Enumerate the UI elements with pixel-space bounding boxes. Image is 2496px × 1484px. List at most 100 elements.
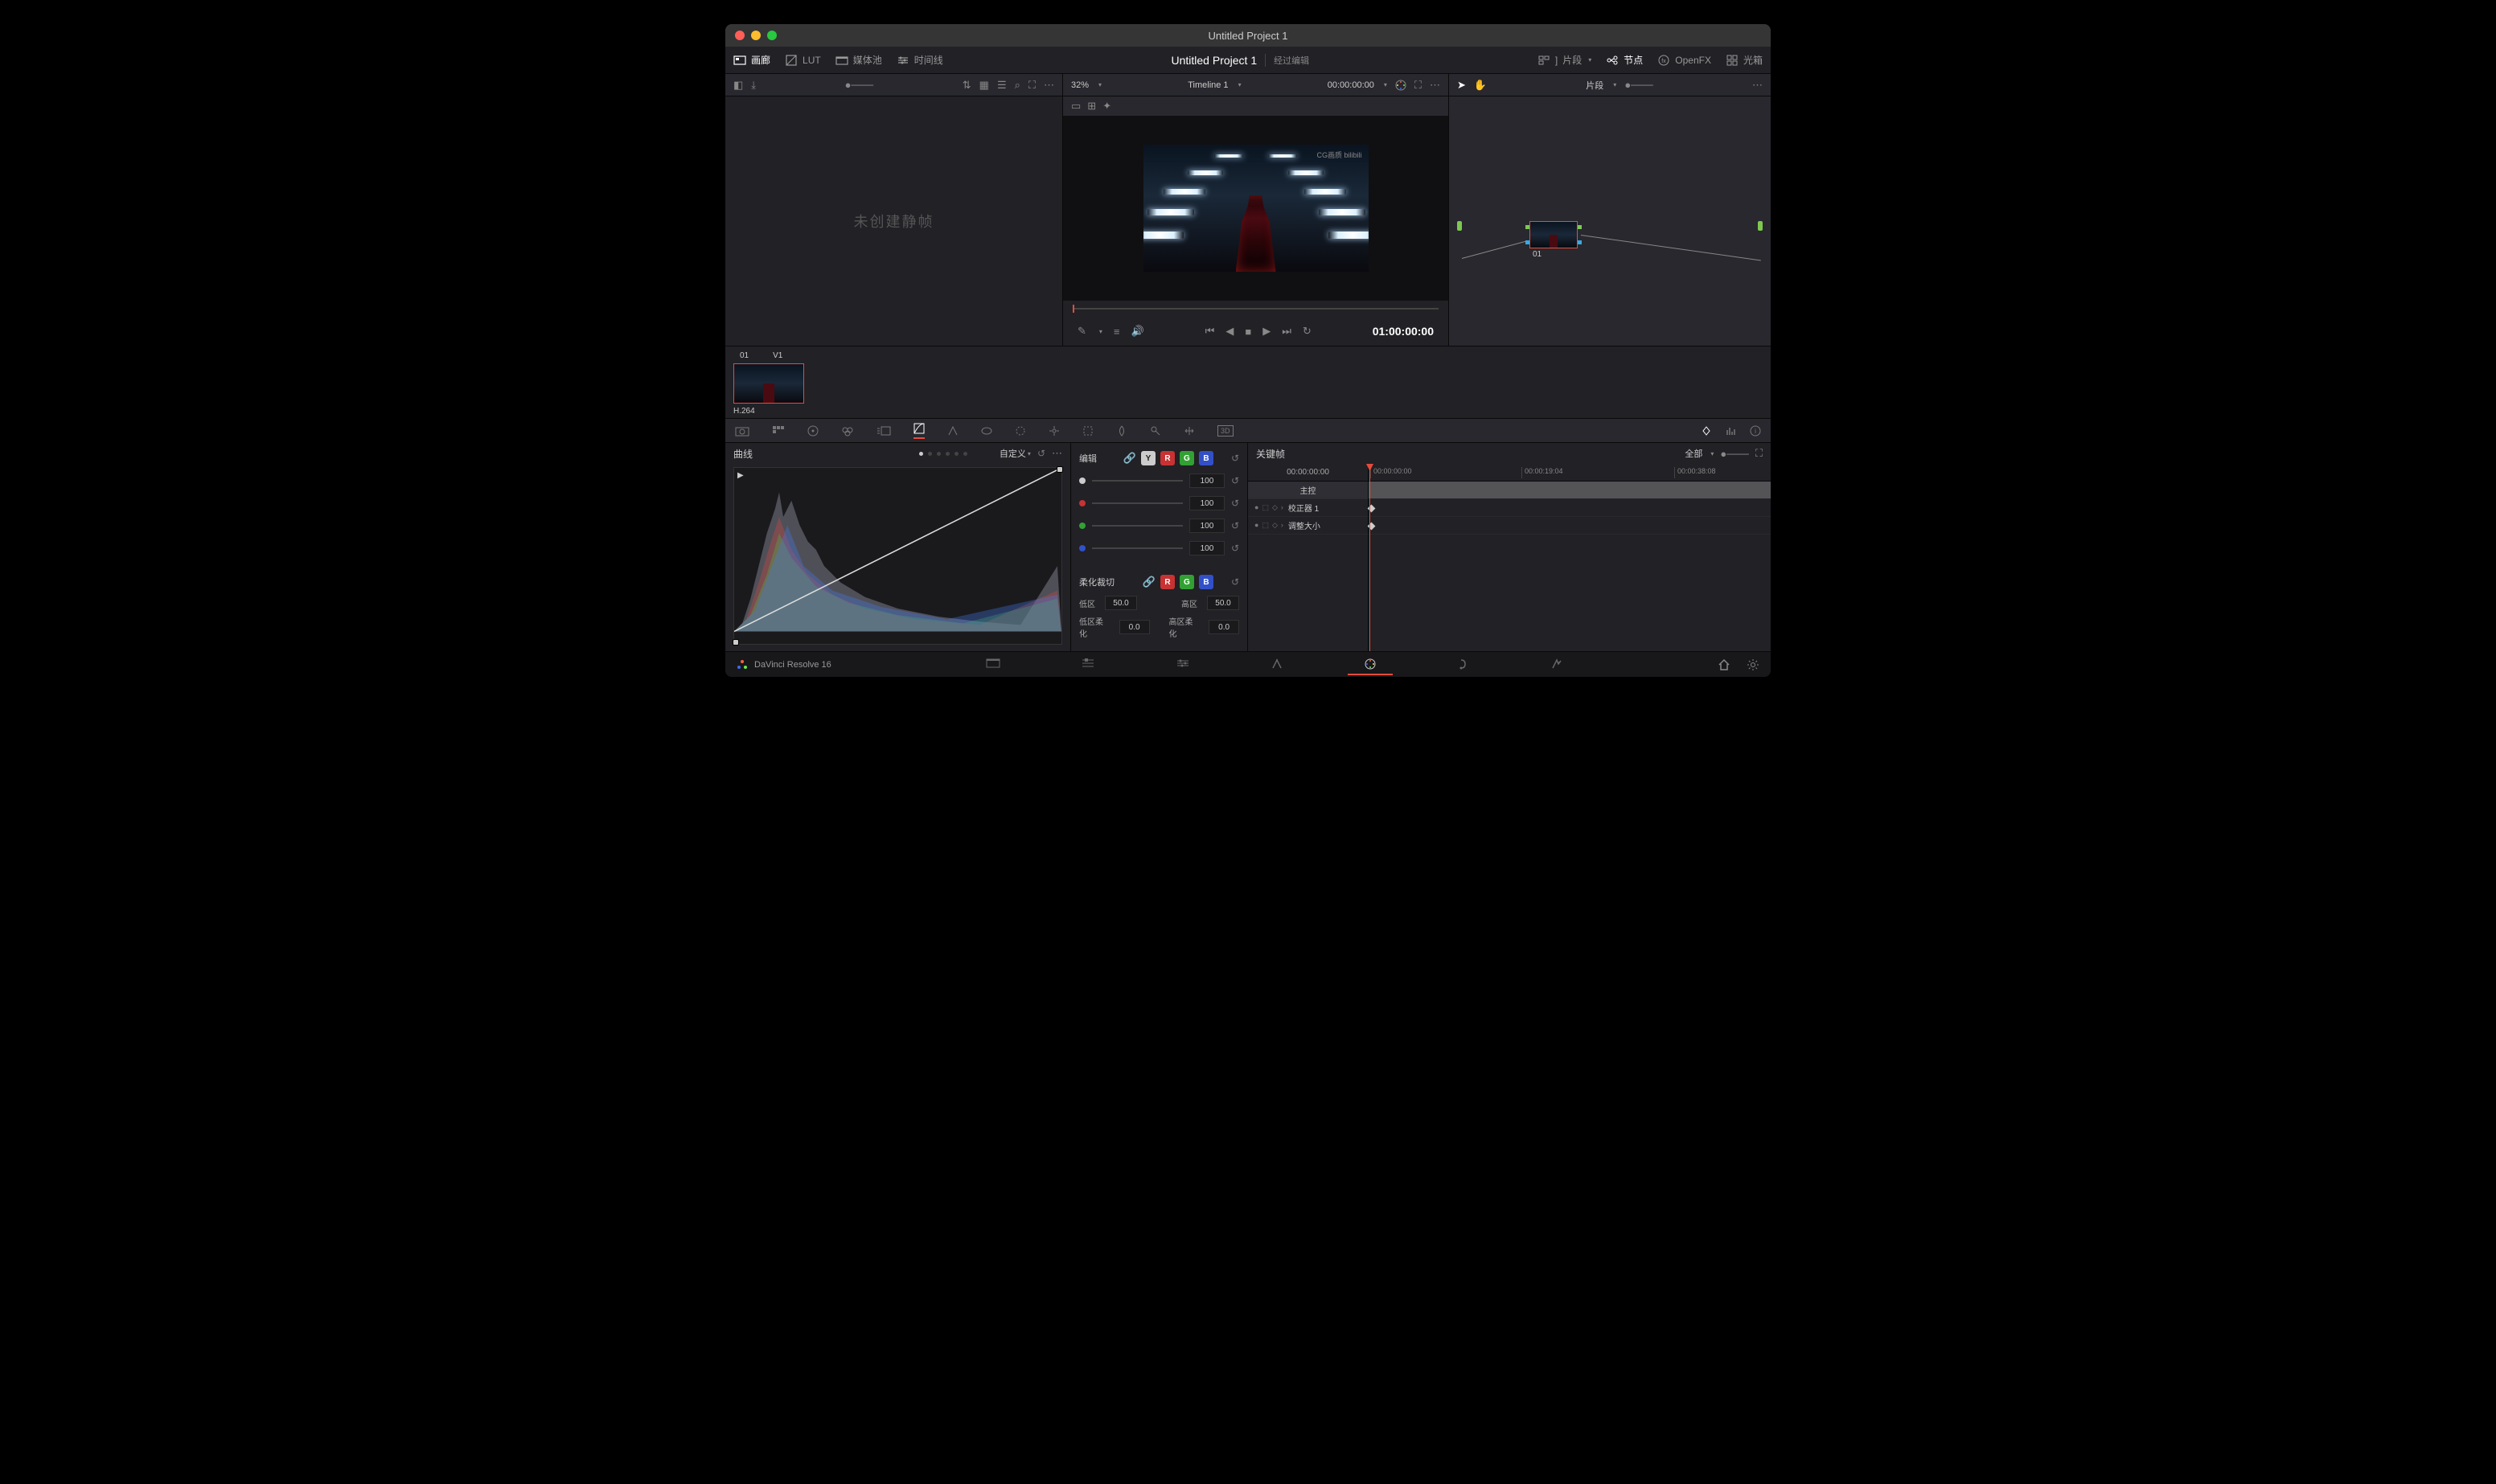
- keyframe-timeline[interactable]: 00:00:00:00 00:00:19:04 00:00:38:08: [1369, 464, 1771, 651]
- key-icon[interactable]: [1150, 425, 1161, 437]
- play-button[interactable]: ▶: [1262, 325, 1271, 338]
- channel-y-button[interactable]: Y: [1141, 451, 1156, 465]
- magic-mask-icon[interactable]: [1082, 425, 1094, 437]
- zoom-slider-icon[interactable]: ●───: [1720, 448, 1748, 460]
- cut-page-button[interactable]: [1065, 654, 1111, 675]
- channel-r-button[interactable]: R: [1160, 451, 1175, 465]
- sizing-icon[interactable]: [1184, 425, 1195, 437]
- maximize-window-button[interactable]: [767, 31, 777, 40]
- nodes-toggle[interactable]: 节点: [1606, 53, 1643, 67]
- more-icon[interactable]: ⋯: [1052, 447, 1062, 460]
- minimize-window-button[interactable]: [751, 31, 761, 40]
- layers-icon[interactable]: ≡: [1114, 326, 1120, 338]
- stereo-3d-icon[interactable]: 3D: [1217, 425, 1234, 437]
- next-frame-button[interactable]: ⏭: [1282, 325, 1291, 338]
- loop-button[interactable]: ↻: [1303, 325, 1312, 338]
- keyframes-panel-icon[interactable]: [1700, 425, 1713, 437]
- reset-icon[interactable]: ↺: [1231, 576, 1239, 588]
- channel-b-button[interactable]: B: [1199, 451, 1213, 465]
- curves-mode-dropdown[interactable]: 自定义: [1000, 447, 1026, 460]
- timeline-name-dropdown[interactable]: Timeline 1: [1188, 80, 1228, 90]
- slider-dot-icon[interactable]: ●───: [845, 79, 873, 91]
- openfx-toggle[interactable]: fx OpenFX: [1657, 54, 1711, 67]
- edit-page-button[interactable]: [1160, 654, 1206, 675]
- viewer-scrubber[interactable]: [1063, 301, 1448, 317]
- qualifier-icon[interactable]: [981, 425, 992, 437]
- color-match-icon[interactable]: [772, 425, 785, 437]
- color-wheels-icon[interactable]: [807, 425, 819, 437]
- high-soft-value[interactable]: 0.0: [1209, 620, 1239, 634]
- b-intensity-slider[interactable]: 100 ↺: [1079, 539, 1239, 557]
- reset-icon[interactable]: ↺: [1231, 520, 1239, 531]
- keyframe-track-master[interactable]: 主控: [1248, 482, 1368, 499]
- keyframe-track-sizing[interactable]: ●⬚◇› 调整大小: [1248, 517, 1368, 535]
- tracker-icon[interactable]: [1049, 425, 1060, 437]
- fullscreen-icon[interactable]: ⛶: [1414, 79, 1422, 92]
- keyframes-filter-dropdown[interactable]: 全部: [1685, 447, 1702, 460]
- highlight-icon[interactable]: ✦: [1102, 100, 1111, 113]
- media-page-button[interactable]: [970, 654, 1016, 675]
- sort-icon[interactable]: ⇅: [963, 79, 971, 92]
- audio-icon[interactable]: 🔊: [1131, 325, 1144, 338]
- expand-icon[interactable]: ⛶: [1755, 447, 1763, 460]
- curve-black-point[interactable]: [733, 639, 739, 646]
- expand-icon[interactable]: ⛶: [1028, 79, 1036, 92]
- hand-icon[interactable]: ✋: [1474, 79, 1487, 92]
- reset-icon[interactable]: ↺: [1231, 498, 1239, 509]
- curve-white-point[interactable]: [1057, 466, 1063, 473]
- settings-button[interactable]: [1747, 658, 1759, 671]
- color-page-button[interactable]: [1348, 654, 1393, 675]
- pointer-icon[interactable]: ➤: [1457, 79, 1466, 92]
- fairlight-page-button[interactable]: [1441, 654, 1486, 675]
- softclip-b-button[interactable]: B: [1199, 575, 1213, 589]
- record-timecode[interactable]: 00:00:00:00: [1328, 80, 1374, 90]
- node-01[interactable]: 01: [1529, 221, 1584, 259]
- chevron-right-icon[interactable]: ›: [1281, 503, 1283, 512]
- lut-toggle[interactable]: LUT: [785, 54, 821, 67]
- eyedropper-icon[interactable]: ✎: [1078, 325, 1086, 338]
- keyframe-track-corrector[interactable]: ●⬚◇› 校正器 1: [1248, 499, 1368, 517]
- motion-effects-icon[interactable]: [876, 426, 891, 436]
- lightbox-toggle[interactable]: 光箱: [1726, 53, 1763, 67]
- close-window-button[interactable]: [735, 31, 745, 40]
- viewer-image-area[interactable]: CG画质 bilibili: [1063, 116, 1448, 301]
- zoom-dropdown[interactable]: 32%: [1071, 80, 1089, 90]
- mediapool-toggle[interactable]: 媒体池: [835, 53, 882, 67]
- node-graph-output[interactable]: [1758, 221, 1763, 231]
- g-intensity-slider[interactable]: 100 ↺: [1079, 517, 1239, 535]
- stop-button[interactable]: ■: [1245, 326, 1251, 338]
- more-icon[interactable]: ⋯: [1430, 79, 1440, 92]
- split-view-icon[interactable]: ⊞: [1087, 100, 1096, 113]
- clips-dropdown[interactable]: ] 片段 ▾: [1537, 53, 1591, 67]
- more-icon[interactable]: ⋯: [1044, 79, 1054, 92]
- diamond-icon[interactable]: ◇: [1272, 503, 1278, 512]
- more-icon[interactable]: ⋯: [1752, 79, 1763, 92]
- node-graph-input[interactable]: [1457, 221, 1462, 231]
- search-icon[interactable]: ⌕: [1015, 79, 1020, 92]
- keyframe-playhead[interactable]: [1369, 464, 1370, 651]
- play-marker-icon[interactable]: ▶: [737, 471, 744, 480]
- curves-icon[interactable]: [913, 423, 925, 439]
- rgb-mixer-icon[interactable]: [841, 425, 854, 437]
- viewer-mode-icon[interactable]: ▭: [1071, 100, 1081, 113]
- curves-mode-dots[interactable]: [919, 452, 967, 456]
- zoom-slider-icon[interactable]: ●───: [1624, 79, 1652, 91]
- chevron-right-icon[interactable]: ›: [1281, 521, 1283, 530]
- window-icon[interactable]: [1015, 425, 1026, 437]
- link-icon[interactable]: 🔗: [1143, 576, 1156, 588]
- blur-icon[interactable]: [1116, 425, 1127, 437]
- y-intensity-slider[interactable]: 100 ↺: [1079, 472, 1239, 490]
- info-icon[interactable]: i: [1750, 425, 1761, 437]
- gallery-toggle[interactable]: 画廊: [733, 53, 770, 67]
- channel-g-button[interactable]: G: [1180, 451, 1194, 465]
- sidebar-toggle-icon[interactable]: ◧: [733, 79, 743, 92]
- deliver-page-button[interactable]: [1534, 654, 1579, 675]
- import-icon[interactable]: ⤓: [751, 79, 756, 92]
- prev-frame-button[interactable]: ◀: [1225, 325, 1234, 338]
- fusion-page-button[interactable]: [1254, 654, 1299, 675]
- r-intensity-slider[interactable]: 100 ↺: [1079, 494, 1239, 512]
- home-button[interactable]: [1718, 658, 1730, 671]
- clip-thumbnail[interactable]: [733, 363, 804, 404]
- high-value[interactable]: 50.0: [1207, 596, 1239, 610]
- colorwheel-icon[interactable]: [1395, 80, 1406, 91]
